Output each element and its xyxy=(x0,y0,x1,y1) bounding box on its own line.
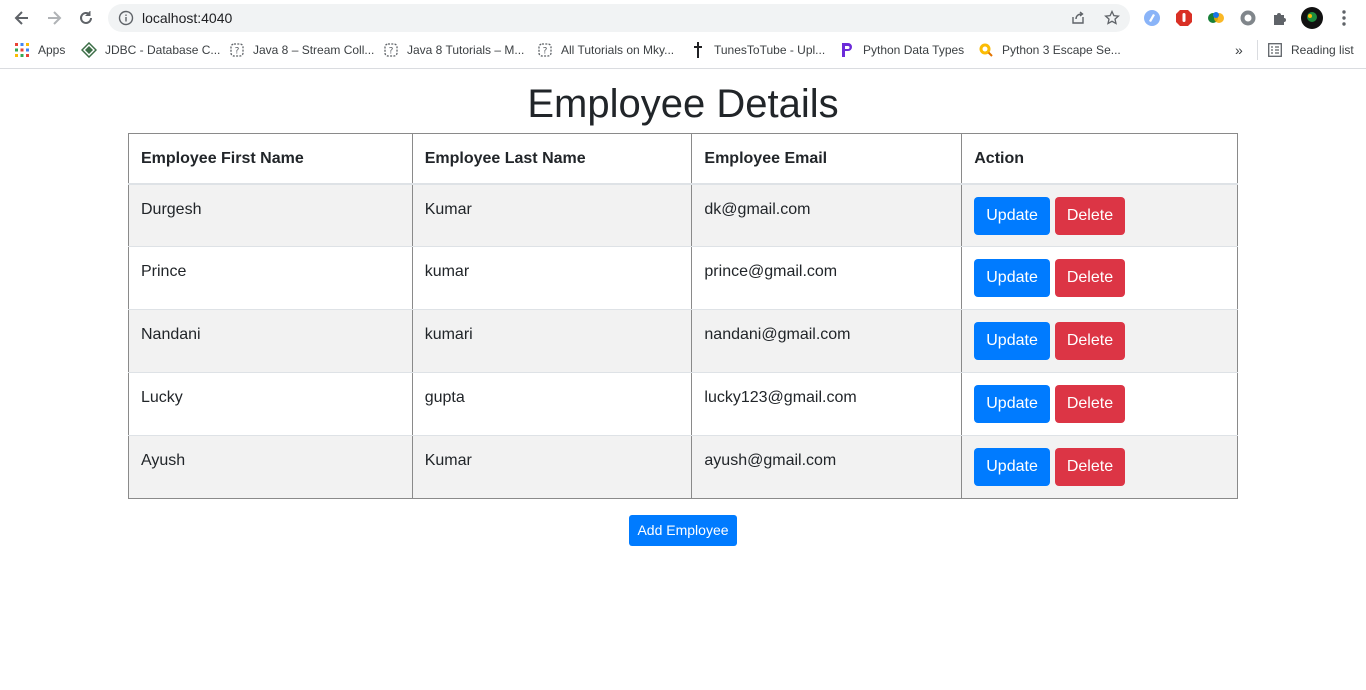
bookmark-apps[interactable]: Apps xyxy=(14,42,65,58)
column-header-last-name: Employee Last Name xyxy=(411,133,693,185)
address-bar[interactable]: localhost:4040 xyxy=(108,4,1130,32)
reload-button[interactable] xyxy=(74,6,98,30)
puzzle-icon[interactable] xyxy=(1270,8,1290,28)
arrow-right-icon xyxy=(48,11,62,25)
p-logo-icon xyxy=(839,42,855,58)
avatar[interactable] xyxy=(1301,7,1323,29)
cell-email: ayush@gmail.com xyxy=(691,435,963,499)
bookmark-python-escape[interactable]: Python 3 Escape Se... xyxy=(978,42,1121,58)
cell-last-name: Kumar xyxy=(411,183,693,247)
cell-last-name: Kumar xyxy=(411,435,693,499)
delete-button[interactable]: Delete xyxy=(1054,259,1126,297)
table-row: Lucky gupta lucky123@gmail.com Update Del… xyxy=(128,372,1238,436)
bookmark-label: Apps xyxy=(38,43,66,57)
dagger-icon xyxy=(690,42,706,58)
bookmark-label: Java 8 Tutorials – M... xyxy=(407,43,525,57)
cell-first-name: Lucky xyxy=(128,372,413,436)
bookmark-jdbc[interactable]: JDBC - Database C... xyxy=(81,42,220,58)
table-row: Nandani kumari nandani@gmail.com Update D… xyxy=(128,309,1238,373)
cell-email: prince@gmail.com xyxy=(691,246,963,310)
update-button[interactable]: Update xyxy=(974,259,1050,297)
employee-table: Employee First Name Employee Last Name E… xyxy=(128,133,1238,499)
extension-4-icon[interactable] xyxy=(1238,8,1258,28)
adblock-icon[interactable] xyxy=(1174,8,1194,28)
page-title: Employee Details xyxy=(527,82,839,126)
arrow-left-icon xyxy=(14,11,28,25)
share-icon[interactable] xyxy=(1070,10,1086,26)
reload-icon xyxy=(80,11,92,24)
cell-last-name: kumar xyxy=(411,246,693,310)
diamond-icon xyxy=(81,42,97,58)
info-icon[interactable] xyxy=(118,10,134,26)
bookmark-label: JDBC - Database C... xyxy=(105,43,221,57)
cell-email: nandani@gmail.com xyxy=(691,309,963,373)
cell-first-name: Durgesh xyxy=(128,183,413,247)
svg-text:?: ? xyxy=(389,47,394,57)
back-button[interactable] xyxy=(10,6,34,30)
delete-button[interactable]: Delete xyxy=(1054,385,1126,423)
bookmark-label: Java 8 – Stream Coll... xyxy=(253,43,375,57)
bookmark-java8-stream[interactable]: ? Java 8 – Stream Coll... xyxy=(229,42,374,58)
browser-toolbar: localhost:4040 xyxy=(0,0,1366,36)
cell-first-name: Nandani xyxy=(128,309,413,373)
bookmark-label: Python 3 Escape Se... xyxy=(1002,43,1121,57)
cell-actions: Update Delete xyxy=(961,309,1238,373)
extension-1-icon[interactable] xyxy=(1142,8,1162,28)
svg-text:?: ? xyxy=(235,47,240,57)
reading-list-icon xyxy=(1267,42,1283,58)
cell-actions: Update Delete xyxy=(961,183,1238,247)
bookmarks-bar: Apps JDBC - Database C... ? Java 8 – Str… xyxy=(0,36,1366,64)
bookmarks-divider xyxy=(1257,40,1258,60)
table-row: Ayush Kumar ayush@gmail.com Update Delete xyxy=(128,435,1238,499)
more-bookmarks-button[interactable]: » xyxy=(1235,42,1243,58)
bookmark-label: Python Data Types xyxy=(863,43,965,57)
column-header-action: Action xyxy=(961,133,1238,185)
update-button[interactable]: Update xyxy=(974,448,1050,486)
cell-actions: Update Delete xyxy=(961,246,1238,310)
extension-3-icon[interactable] xyxy=(1206,8,1226,28)
help-circle-icon: ? xyxy=(383,42,399,58)
browser-chrome: localhost:4040 Apps JDBC - Database C...… xyxy=(0,0,1366,69)
search-badge-icon xyxy=(978,42,994,58)
bookmark-java8-tutorials[interactable]: ? Java 8 Tutorials – M... xyxy=(383,42,524,58)
table-header-row: Employee First Name Employee Last Name E… xyxy=(128,133,1238,185)
cell-email: dk@gmail.com xyxy=(691,183,963,247)
reading-list-label: Reading list xyxy=(1291,43,1354,57)
column-header-first-name: Employee First Name xyxy=(128,133,413,185)
apps-grid-icon xyxy=(14,42,30,58)
table-row: Durgesh Kumar dk@gmail.com Update Delete xyxy=(128,183,1238,247)
update-button[interactable]: Update xyxy=(974,385,1050,423)
delete-button[interactable]: Delete xyxy=(1054,196,1126,235)
star-icon[interactable] xyxy=(1104,10,1120,26)
svg-text:?: ? xyxy=(543,47,548,57)
cell-last-name: kumari xyxy=(411,309,693,373)
bookmark-tunestotube[interactable]: TunesToTube - Upl... xyxy=(690,42,825,58)
url-text[interactable]: localhost:4040 xyxy=(142,10,232,26)
bookmark-label: TunesToTube - Upl... xyxy=(714,43,826,57)
kebab-menu-icon[interactable] xyxy=(1334,8,1354,28)
cell-actions: Update Delete xyxy=(961,372,1238,436)
reading-list-button[interactable]: Reading list xyxy=(1267,42,1354,58)
table-row: Prince kumar prince@gmail.com Update Dele… xyxy=(128,246,1238,310)
add-employee-button[interactable]: Add Employee xyxy=(629,515,737,546)
help-circle-icon: ? xyxy=(537,42,553,58)
forward-button[interactable] xyxy=(42,6,66,30)
bookmark-all-tutorials[interactable]: ? All Tutorials on Mky... xyxy=(537,42,674,58)
cell-first-name: Prince xyxy=(128,246,413,310)
cell-first-name: Ayush xyxy=(128,435,413,499)
column-header-email: Employee Email xyxy=(691,133,963,185)
cell-actions: Update Delete xyxy=(961,435,1238,499)
delete-button[interactable]: Delete xyxy=(1054,448,1126,486)
cell-email: lucky123@gmail.com xyxy=(691,372,963,436)
update-button[interactable]: Update xyxy=(974,196,1050,235)
delete-button[interactable]: Delete xyxy=(1054,322,1126,360)
help-circle-icon: ? xyxy=(229,42,245,58)
cell-last-name: gupta xyxy=(411,372,693,436)
bookmark-python-data-types[interactable]: Python Data Types xyxy=(839,42,964,58)
bookmark-label: All Tutorials on Mky... xyxy=(561,43,675,57)
update-button[interactable]: Update xyxy=(974,322,1050,360)
